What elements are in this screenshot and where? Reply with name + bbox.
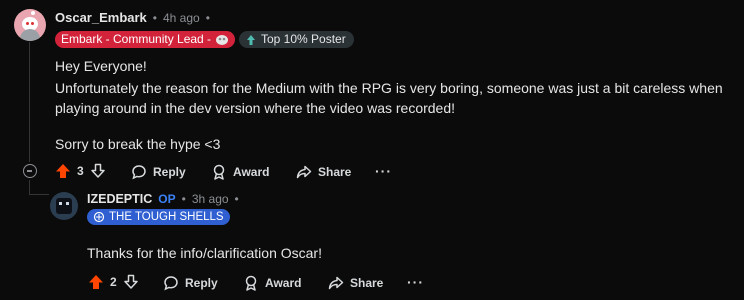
comment-author[interactable]: Oscar_Embark [55,10,147,25]
more-options-button[interactable]: ··· [407,274,424,290]
collapse-thread-button[interactable] [23,164,37,178]
separator-dot: • [234,192,239,206]
comment-line: Unfortunately the reason for the Medium … [55,80,723,96]
award-icon [213,164,225,180]
thread-line[interactable] [29,180,30,194]
separator-dot: • [181,192,186,206]
reply-user-flair-text: THE TOUGH SHELLS [109,211,224,223]
share-button[interactable]: Share [296,164,351,180]
separator-dot: • [152,11,157,25]
share-button[interactable]: Share [328,275,383,291]
top-poster-badge-text: Top 10% Poster [261,32,346,46]
avatar-antenna [31,11,35,15]
reply-button-label: Reply [185,276,218,290]
comment-line: Hey Everyone! [55,58,147,74]
more-dots-icon: ··· [407,274,424,290]
thread-connector [29,194,49,195]
op-tag: OP [158,192,176,206]
comment-timestamp[interactable]: 4h ago [163,11,200,25]
reply-timestamp[interactable]: 3h ago [192,192,229,206]
share-icon [328,276,344,290]
comment-bubble-icon [164,276,178,291]
award-icon [245,275,257,291]
top-poster-badge: Top 10% Poster [239,31,354,48]
reply-user-flair: THE TOUGH SHELLS [87,209,230,225]
avatar-eye [59,202,62,205]
award-button[interactable]: Award [243,275,301,291]
reply-button[interactable]: Reply [163,275,218,291]
downvote-icon[interactable] [123,274,139,290]
vote-count: 2 [110,275,117,289]
more-dots-icon: ··· [375,163,392,179]
downvote-icon[interactable] [90,163,106,179]
reply-author[interactable]: IZEDEPTIC [87,192,152,206]
avatar-body [20,29,40,41]
reply-avatar[interactable] [50,192,78,220]
reply-button-label: Reply [153,165,186,179]
avatar-eye [66,202,69,205]
award-button-label: Award [265,276,302,290]
upvote-icon[interactable] [55,163,71,179]
shell-flair-icon [93,211,105,223]
vote-count: 3 [77,164,84,178]
avatar-shell [56,198,72,214]
share-icon [296,165,312,179]
share-button-label: Share [350,276,384,290]
thread-line[interactable] [29,42,30,162]
top-poster-icon [247,34,255,45]
share-button-label: Share [318,165,352,179]
more-options-button[interactable]: ··· [375,163,392,179]
comment-line: Sorry to break the hype <3 [55,136,221,152]
avatar-eye [31,22,34,25]
reply-button[interactable]: Reply [131,164,186,180]
award-button-label: Award [233,165,270,179]
user-flair-text: Embark - Community Lead - [61,32,212,46]
upvote-icon[interactable] [88,274,104,290]
avatar-eye [26,22,29,25]
reply-text: Thanks for the info/clarification Oscar! [87,245,322,261]
separator-dot: • [205,11,210,25]
avatar[interactable] [14,9,46,41]
user-flair: Embark - Community Lead - [55,31,236,48]
comment-bubble-icon [132,165,146,180]
comment-line: playing around in the dev version where … [55,100,456,116]
flair-emoji-icon [216,34,229,45]
award-button[interactable]: Award [211,164,269,180]
